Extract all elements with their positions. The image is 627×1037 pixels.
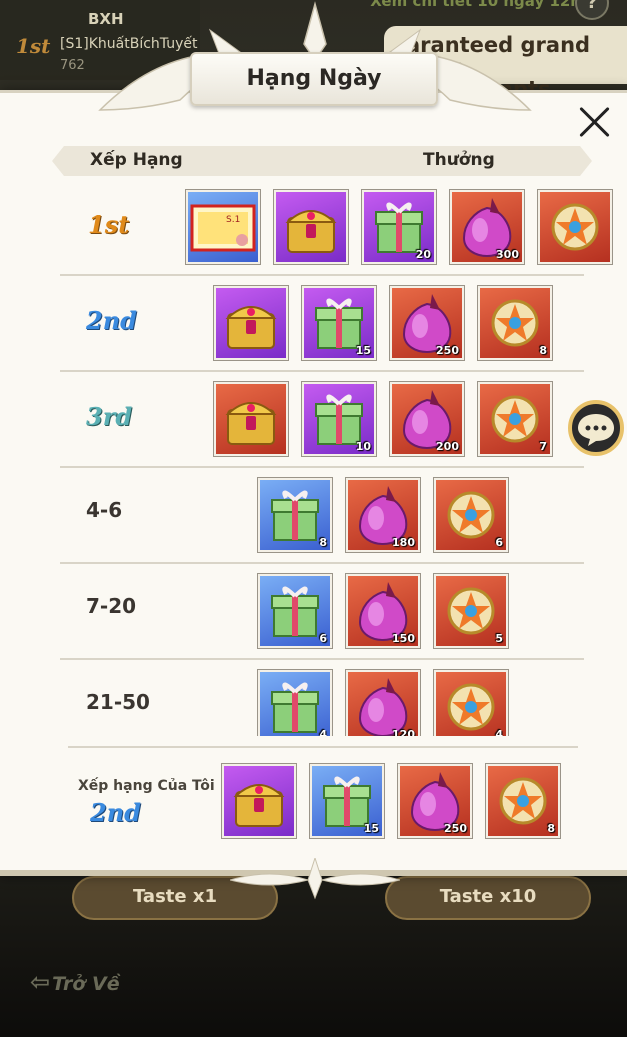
back-button[interactable]: ⇦ Trở Về xyxy=(30,968,120,996)
reward-item[interactable]: 20 xyxy=(361,189,437,265)
reward-item[interactable]: 6 xyxy=(433,477,509,553)
reward-item[interactable]: 180 xyxy=(345,477,421,553)
my-reward-item[interactable]: 8 xyxy=(485,763,561,839)
item-quantity: 20 xyxy=(415,248,431,261)
reward-item[interactable] xyxy=(213,381,289,457)
reward-items: 4 120 4 xyxy=(257,669,509,736)
reward-item[interactable]: 7 xyxy=(477,381,553,457)
item-quantity: 7 xyxy=(539,440,547,453)
item-quantity: 15 xyxy=(355,344,371,357)
reward-item[interactable]: 4 xyxy=(257,669,333,736)
pink-pouch-icon xyxy=(358,678,408,736)
item-quantity: 120 xyxy=(392,728,415,736)
bottom-ornament-icon xyxy=(230,858,400,900)
my-rank-value: 2nd xyxy=(90,798,141,827)
svg-text:S.1: S.1 xyxy=(226,215,240,225)
reward-item[interactable]: 8 xyxy=(257,477,333,553)
rank-row: 3rd 10 200 7 xyxy=(60,372,584,468)
item-quantity: 8 xyxy=(547,822,555,835)
rank-row: 7-20 6 150 5 xyxy=(60,564,584,660)
item-quantity: 8 xyxy=(539,344,547,357)
rank-row: 2nd 15 250 8 xyxy=(60,276,584,372)
reward-item[interactable] xyxy=(213,285,289,361)
back-arrow-icon: ⇦ xyxy=(30,968,51,996)
item-quantity: 10 xyxy=(355,440,371,453)
rank-label: 1st xyxy=(88,210,130,239)
reward-item[interactable]: 10 xyxy=(301,381,377,457)
chat-bubble-button[interactable] xyxy=(568,400,624,456)
item-quantity: 4 xyxy=(495,728,503,736)
item-quantity: 4 xyxy=(319,728,327,736)
column-reward-header: Thưởng xyxy=(423,150,495,170)
item-quantity: 6 xyxy=(319,632,327,645)
gold-chest-icon xyxy=(225,306,277,349)
star-medallion-icon xyxy=(551,203,599,251)
item-quantity: 15 xyxy=(363,822,379,835)
rank-label: 3rd xyxy=(86,402,133,431)
reward-item[interactable]: 300 xyxy=(449,189,525,265)
column-rank-header: Xếp Hạng xyxy=(90,150,183,170)
reward-items: 6 150 5 xyxy=(257,573,509,649)
reward-item[interactable]: 200 xyxy=(389,381,465,457)
rank-row: 1st S.1 20 300 xyxy=(60,180,613,276)
item-quantity: 200 xyxy=(436,440,459,453)
reward-item[interactable]: 150 xyxy=(345,573,421,649)
reward-item[interactable]: 250 xyxy=(389,285,465,361)
my-rank-rewards: 15 250 8 xyxy=(221,763,561,839)
rank-row: 4-6 8 180 6 xyxy=(60,468,584,564)
vip-card-icon: S.1 xyxy=(190,204,256,252)
my-reward-item[interactable] xyxy=(221,763,297,839)
reward-item[interactable]: 15 xyxy=(301,285,377,361)
reward-item[interactable]: 120 xyxy=(345,669,421,736)
my-reward-item[interactable]: 250 xyxy=(397,763,473,839)
chat-icon xyxy=(578,414,614,446)
item-quantity: 250 xyxy=(444,822,467,835)
reward-items: 15 250 8 xyxy=(213,285,553,361)
modal-title: Hạng Ngày xyxy=(190,52,438,106)
gold-chest-icon xyxy=(285,210,337,253)
my-rank-label: Xếp hạng Của Tôi xyxy=(78,778,215,794)
rank-label: 7-20 xyxy=(86,594,137,618)
reward-item[interactable] xyxy=(273,189,349,265)
my-rank-row: Xếp hạng Của Tôi 2nd 15 250 8 xyxy=(68,746,578,846)
item-quantity: 8 xyxy=(319,536,327,549)
star-medallion-icon xyxy=(447,683,495,731)
reward-list[interactable]: 1st S.1 20 300 2nd 15 250 8 3rd 10 200 7 4-6 8 180 6 7-2… xyxy=(0,180,627,736)
reward-item[interactable]: 8 xyxy=(477,285,553,361)
rank-label: 4-6 xyxy=(86,498,123,522)
item-quantity: 250 xyxy=(436,344,459,357)
screen: { "background": { "rank_title": "BXH", "… xyxy=(0,0,627,1037)
reward-item[interactable]: S.1 xyxy=(185,189,261,265)
gold-chest-icon xyxy=(233,784,285,827)
help-icon[interactable]: ? xyxy=(575,0,609,20)
rank-label: 2nd xyxy=(86,306,137,335)
item-quantity: 5 xyxy=(495,632,503,645)
taste-x10-button[interactable]: Taste x10 xyxy=(385,876,591,920)
reward-items: 8 180 6 xyxy=(257,477,509,553)
gold-chest-icon xyxy=(225,402,277,445)
green-gift-box-icon xyxy=(271,682,319,733)
my-reward-item[interactable]: 15 xyxy=(309,763,385,839)
item-quantity: 180 xyxy=(392,536,415,549)
rank-label: 21-50 xyxy=(86,690,150,714)
reward-item[interactable] xyxy=(537,189,613,265)
item-quantity: 300 xyxy=(496,248,519,261)
back-label: Trở Về xyxy=(52,973,120,995)
reward-item[interactable]: 6 xyxy=(257,573,333,649)
reward-items: 10 200 7 xyxy=(213,381,553,457)
reward-items: S.1 20 300 xyxy=(185,189,613,265)
reward-item[interactable]: 4 xyxy=(433,669,509,736)
leaderboard-position: 1st xyxy=(16,34,51,58)
close-icon[interactable] xyxy=(577,104,613,140)
reward-item[interactable]: 5 xyxy=(433,573,509,649)
item-quantity: 6 xyxy=(495,536,503,549)
rank-row: 21-50 4 120 4 xyxy=(60,660,584,736)
item-quantity: 150 xyxy=(392,632,415,645)
